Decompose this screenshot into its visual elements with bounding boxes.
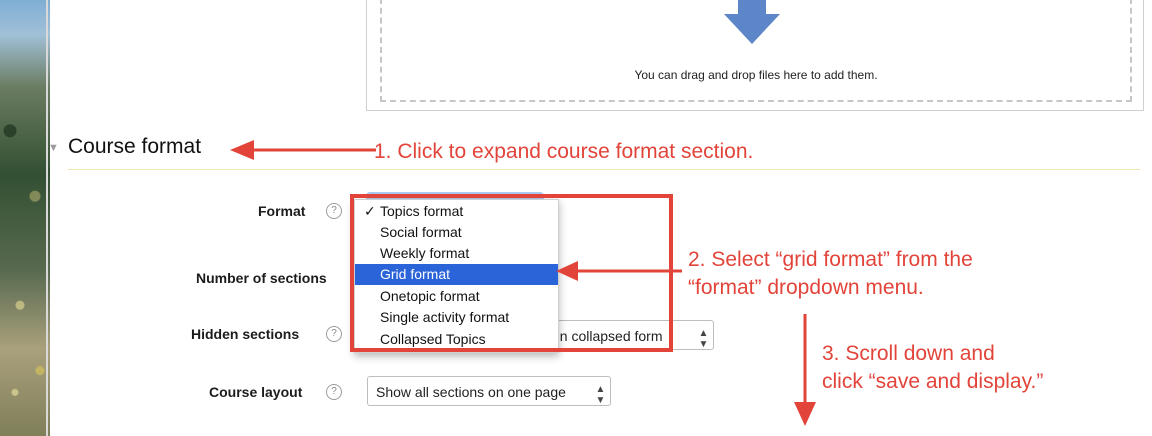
annotation-arrow-step3	[794, 314, 816, 426]
hidden-sections-label: Hidden sections	[191, 326, 300, 342]
number-of-sections-label: Number of sections	[196, 270, 327, 286]
annotation-step1: 1. Click to expand course format section…	[374, 140, 754, 163]
upload-arrow-icon	[724, 0, 780, 44]
annotation-step3-line1: 3. Scroll down and	[822, 342, 995, 365]
annotation-step2-line1: 2. Select “grid format” from the	[688, 248, 973, 271]
annotation-step2-line2: “format” dropdown menu.	[688, 276, 924, 299]
section-title-course-format[interactable]: Course format	[68, 135, 201, 159]
dropzone-text: You can drag and drop files here to add …	[634, 68, 878, 82]
format-label: Format	[258, 203, 306, 219]
select-arrows-icon: ▲▼	[595, 384, 606, 406]
section-divider	[68, 169, 1140, 170]
annotation-step3-line2: click “save and display.”	[822, 370, 1044, 393]
annotation-arrow-step1	[230, 140, 376, 160]
select-arrows-icon: ▲▼	[698, 328, 709, 350]
background-landscape-strip	[0, 0, 50, 436]
annotation-arrow-step2	[556, 261, 682, 281]
format-help-icon[interactable]: ?	[326, 203, 342, 219]
page-edge	[46, 0, 48, 436]
hidden-sections-help-icon[interactable]: ?	[326, 326, 342, 342]
course-layout-label: Course layout	[209, 384, 303, 400]
course-layout-value: Show all sections on one page	[376, 384, 566, 400]
section-collapse-caret-icon[interactable]: ▼	[48, 142, 59, 154]
course-layout-select[interactable]: Show all sections on one page ▲▼	[367, 376, 611, 406]
course-layout-help-icon[interactable]: ?	[326, 384, 342, 400]
